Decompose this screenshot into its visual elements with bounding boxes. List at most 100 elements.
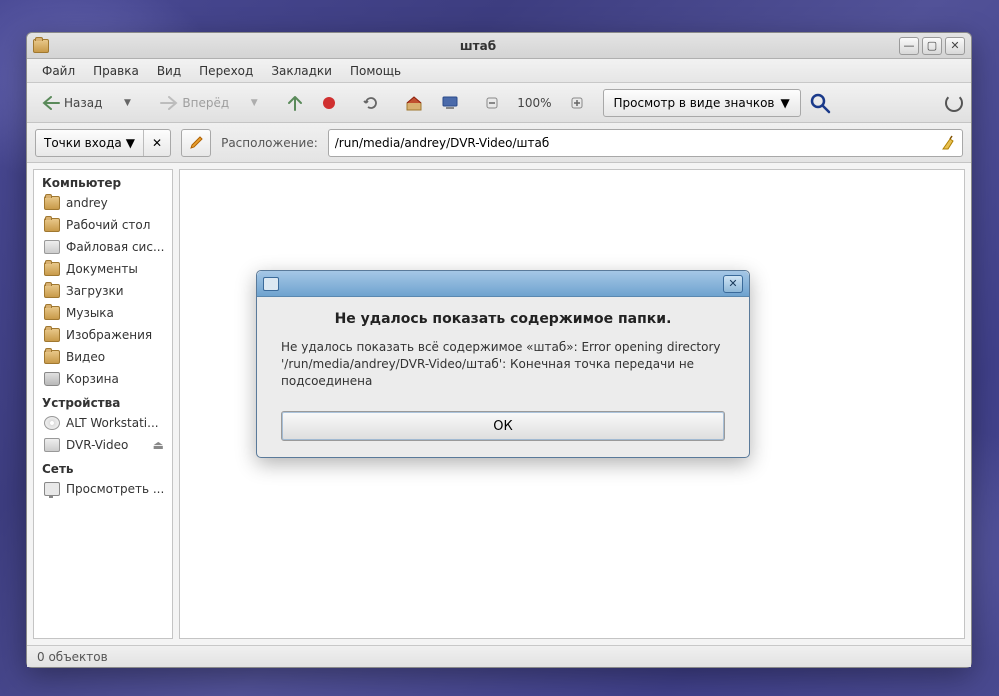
- sidebar-item-label: Файловая сис...: [66, 240, 164, 254]
- sidebar-item[interactable]: Музыка: [34, 302, 172, 324]
- arrow-up-icon: [287, 95, 303, 111]
- sidebar-item[interactable]: Просмотреть ...: [34, 478, 172, 500]
- network-icon: [44, 482, 60, 496]
- location-input-wrapper: [328, 129, 963, 157]
- loading-throbber-icon: [945, 94, 963, 112]
- sidebar-item-label: andrey: [66, 196, 108, 210]
- zoom-out-button[interactable]: [478, 89, 506, 117]
- forward-history-button: ▼: [240, 89, 268, 117]
- location-label: Расположение:: [221, 136, 318, 150]
- view-mode-selector[interactable]: Просмотр в виде значков ▼: [603, 89, 801, 117]
- reload-button[interactable]: [356, 89, 386, 117]
- menu-edit[interactable]: Правка: [84, 61, 148, 81]
- computer-button[interactable]: [434, 89, 466, 117]
- back-button[interactable]: Назад: [35, 89, 109, 117]
- error-dialog: ✕ Не удалось показать содержимое папки. …: [256, 270, 750, 458]
- places-sidebar: Компьютер andrey Рабочий стол Файловая сис.…: [33, 169, 173, 639]
- entrypoints-selector[interactable]: Точки входа▼ ✕: [35, 129, 171, 157]
- stop-button[interactable]: [314, 89, 344, 117]
- close-button[interactable]: ✕: [945, 37, 965, 55]
- sidebar-item[interactable]: Корзина: [34, 368, 172, 390]
- up-button[interactable]: [280, 89, 310, 117]
- home-icon: [405, 95, 423, 111]
- sidebar-item[interactable]: Загрузки: [34, 280, 172, 302]
- arrow-left-icon: [42, 96, 60, 110]
- sidebar-item-label: DVR-Video: [66, 438, 128, 452]
- toolbar: Назад ▼ Вперёд ▼ 100%: [27, 83, 971, 123]
- statusbar: 0 объектов: [27, 645, 971, 667]
- folder-icon: [33, 39, 49, 53]
- folder-icon: [44, 262, 60, 276]
- computer-icon: [441, 95, 459, 111]
- sidebar-item-label: Музыка: [66, 306, 114, 320]
- maximize-button[interactable]: ▢: [922, 37, 942, 55]
- back-history-button[interactable]: ▼: [113, 89, 141, 117]
- titlebar[interactable]: штаб — ▢ ✕: [27, 33, 971, 59]
- sidebar-item[interactable]: Рабочий стол: [34, 214, 172, 236]
- menu-help[interactable]: Помощь: [341, 61, 410, 81]
- back-label: Назад: [64, 96, 102, 110]
- eject-icon[interactable]: ⏏: [153, 438, 164, 452]
- dialog-icon: [263, 277, 279, 291]
- menu-view[interactable]: Вид: [148, 61, 190, 81]
- drive-icon: [44, 438, 60, 452]
- sidebar-item-label: Изображения: [66, 328, 152, 342]
- optical-disc-icon: [44, 416, 60, 430]
- zoom-in-button[interactable]: [563, 89, 591, 117]
- sidebar-item[interactable]: Изображения: [34, 324, 172, 346]
- minimize-button[interactable]: —: [899, 37, 919, 55]
- menu-file[interactable]: Файл: [33, 61, 84, 81]
- sidebar-item-label: Документы: [66, 262, 138, 276]
- sidebar-item-label: ALT Workstati...: [66, 416, 159, 430]
- folder-icon: [44, 328, 60, 342]
- dialog-message: Не удалось показать всё содержимое «штаб…: [281, 339, 725, 389]
- zoom-level: 100%: [510, 89, 558, 117]
- sidebar-item[interactable]: DVR-Video ⏏: [34, 434, 172, 456]
- reload-icon: [363, 95, 379, 111]
- sidebar-item[interactable]: Файловая сис...: [34, 236, 172, 258]
- edit-location-button[interactable]: [181, 129, 211, 157]
- menubar: Файл Правка Вид Переход Закладки Помощь: [27, 59, 971, 83]
- sidebar-item[interactable]: ALT Workstati...: [34, 412, 172, 434]
- dialog-close-button[interactable]: ✕: [723, 275, 743, 293]
- sidebar-item-label: Просмотреть ...: [66, 482, 164, 496]
- sidebar-item-label: Видео: [66, 350, 105, 364]
- chevron-down-icon: ▼: [126, 136, 135, 150]
- sidebar-item-label: Загрузки: [66, 284, 124, 298]
- sidebar-item[interactable]: Документы: [34, 258, 172, 280]
- sidebar-item[interactable]: andrey: [34, 192, 172, 214]
- view-mode-label: Просмотр в виде значков: [614, 96, 775, 110]
- entrypoints-clear[interactable]: ✕: [143, 130, 170, 156]
- sidebar-group-title: Сеть: [34, 456, 172, 478]
- sidebar-group-title: Компьютер: [34, 170, 172, 192]
- pencil-icon: [188, 135, 204, 151]
- stop-icon: [321, 95, 337, 111]
- home-button[interactable]: [398, 89, 430, 117]
- trash-icon: [44, 372, 60, 386]
- menu-go[interactable]: Переход: [190, 61, 262, 81]
- arrow-right-icon: [160, 96, 178, 110]
- chevron-down-icon: ▼: [780, 96, 789, 110]
- minus-icon: [485, 96, 499, 110]
- search-icon: [809, 92, 831, 114]
- sidebar-group-title: Устройства: [34, 390, 172, 412]
- location-bar: Точки входа▼ ✕ Расположение:: [27, 123, 971, 163]
- sidebar-item-label: Корзина: [66, 372, 119, 386]
- menu-bookmarks[interactable]: Закладки: [262, 61, 341, 81]
- folder-icon: [44, 284, 60, 298]
- search-button[interactable]: [805, 89, 835, 117]
- dialog-titlebar[interactable]: ✕: [257, 271, 749, 297]
- folder-icon: [44, 196, 60, 210]
- dialog-ok-button[interactable]: ОК: [281, 411, 725, 441]
- clear-icon[interactable]: [940, 135, 956, 151]
- window-title: штаб: [57, 39, 899, 53]
- folder-icon: [44, 218, 60, 232]
- location-input[interactable]: [335, 136, 940, 150]
- folder-icon: [44, 350, 60, 364]
- dialog-heading: Не удалось показать содержимое папки.: [281, 311, 725, 327]
- sidebar-item[interactable]: Видео: [34, 346, 172, 368]
- folder-icon: [44, 306, 60, 320]
- plus-icon: [570, 96, 584, 110]
- forward-label: Вперёд: [182, 96, 229, 110]
- sidebar-item-label: Рабочий стол: [66, 218, 150, 232]
